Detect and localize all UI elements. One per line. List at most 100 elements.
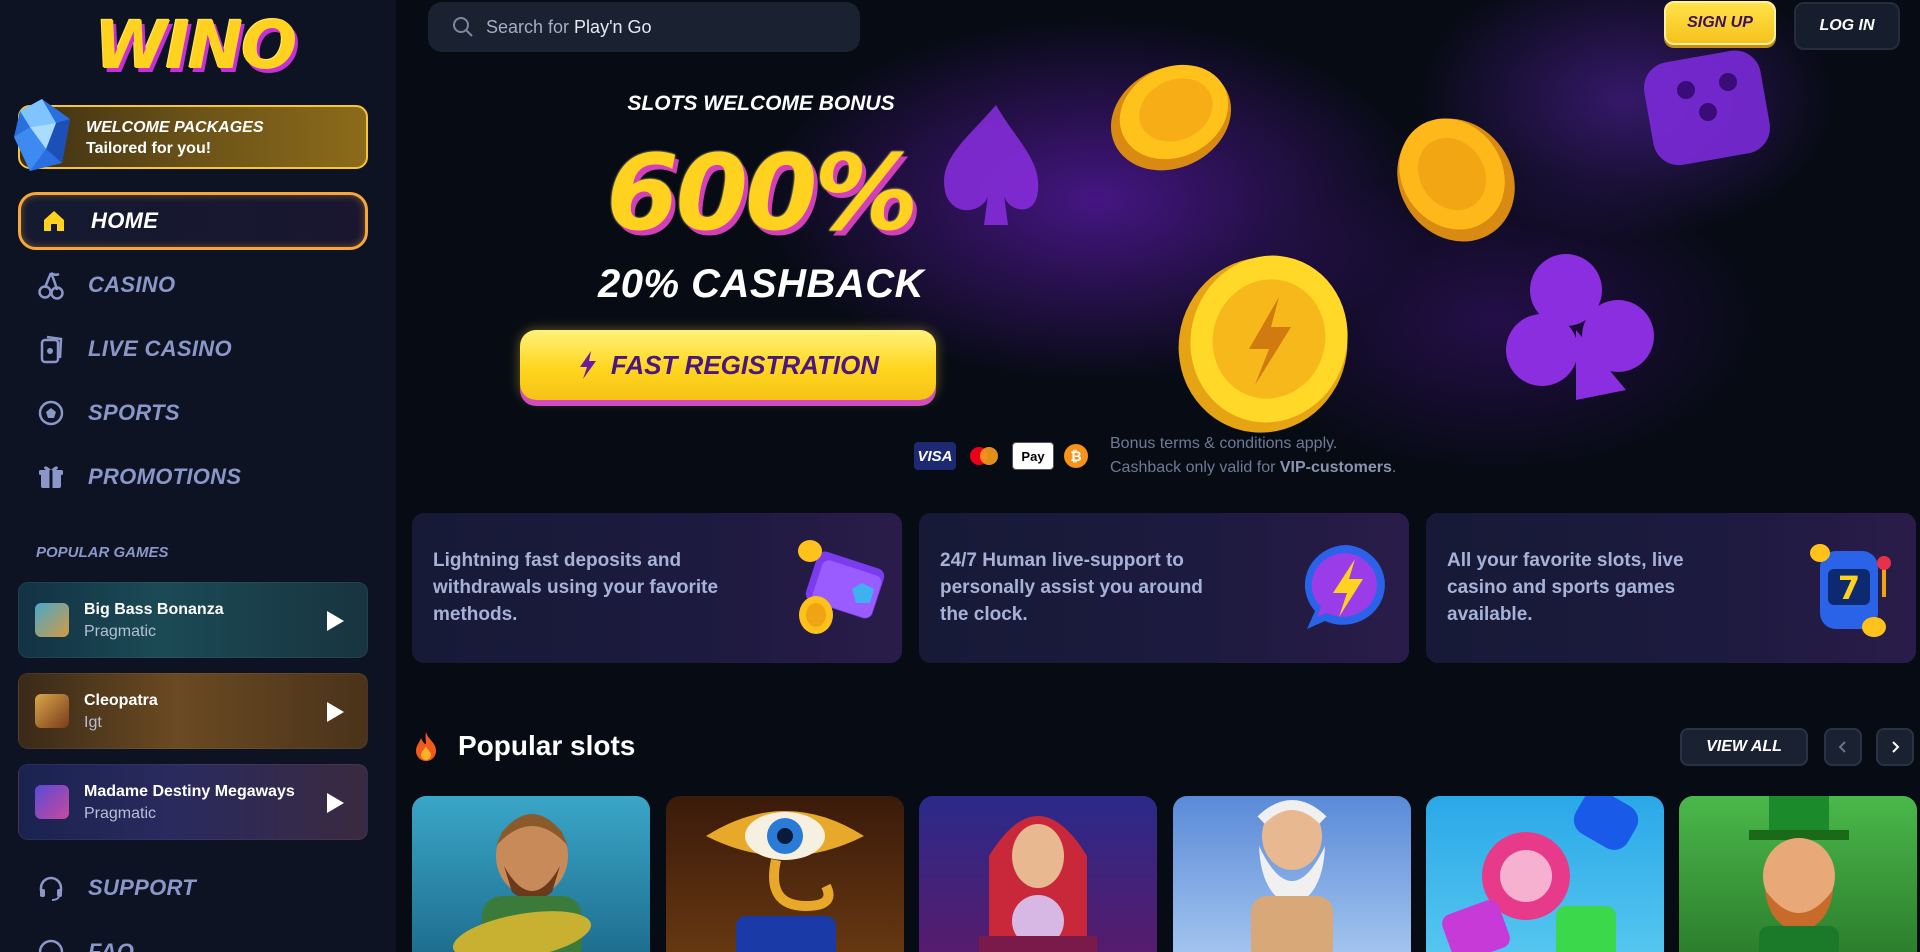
carousel-next-button[interactable] bbox=[1876, 728, 1914, 766]
nav-label-support: SUPPORT bbox=[88, 875, 197, 900]
nav-item-home[interactable]: HOME bbox=[18, 192, 368, 250]
app-root: WINO WELCOME PACKAGES Tailored for you! … bbox=[0, 0, 1920, 952]
feature-text: 24/7 Human live-support to personally as… bbox=[940, 550, 1203, 625]
nav-label-promotions: PROMOTIONS bbox=[88, 464, 242, 489]
slot-tile-leprechaun[interactable] bbox=[1679, 796, 1917, 952]
slot-tile-eye-of-horus[interactable] bbox=[666, 796, 904, 952]
fire-icon bbox=[416, 732, 436, 761]
game-thumbnail bbox=[35, 694, 69, 728]
sidebar: WINO WELCOME PACKAGES Tailored for you! … bbox=[0, 0, 396, 952]
game-thumbnail bbox=[35, 785, 69, 819]
popular-game-card[interactable]: Madame Destiny Megaways Pragmatic bbox=[18, 764, 368, 840]
nav-label-live-casino: LIVE CASINO bbox=[88, 336, 232, 361]
bitcoin-icon: ₿ bbox=[1062, 442, 1090, 470]
nav-item-casino[interactable]: CASINO bbox=[18, 256, 368, 314]
wallet-coins-icon bbox=[798, 540, 885, 634]
home-icon bbox=[39, 206, 69, 236]
nav-item-support[interactable]: SUPPORT bbox=[18, 859, 368, 917]
nav-label-sports: SPORTS bbox=[88, 400, 180, 425]
brand-logo[interactable]: WINO bbox=[90, 7, 300, 84]
sign-up-button[interactable]: SIGN UP bbox=[1664, 1, 1776, 45]
question-icon bbox=[36, 937, 66, 952]
fortune-teller-image bbox=[979, 816, 1097, 952]
feature-cards: Lightning fast deposits and withdrawals … bbox=[412, 513, 1916, 663]
lightning-icon bbox=[579, 351, 596, 379]
welcome-packages-banner[interactable]: WELCOME PACKAGES Tailored for you! bbox=[14, 99, 368, 171]
feature-card: Lightning fast deposits and withdrawals … bbox=[412, 513, 902, 663]
mastercard-icon bbox=[964, 442, 1004, 470]
game-provider: Pragmatic bbox=[84, 623, 157, 640]
main-content: Search for Play'n Go SIGN UP LOG IN SLOT… bbox=[396, 0, 1920, 952]
candy-image bbox=[1442, 796, 1639, 952]
nav-item-promotions[interactable]: PROMOTIONS bbox=[18, 448, 368, 506]
dice-icon bbox=[1643, 50, 1770, 166]
club-icon bbox=[1506, 254, 1654, 400]
log-in-button[interactable]: LOG IN bbox=[1794, 2, 1900, 50]
welcome-title: WELCOME PACKAGES bbox=[86, 119, 264, 136]
nav-item-sports[interactable]: SPORTS bbox=[18, 384, 368, 442]
svg-text:₿: ₿ bbox=[1070, 449, 1081, 465]
soccer-ball-icon bbox=[36, 398, 66, 428]
game-name: Cleopatra bbox=[84, 692, 158, 709]
nav-label-home: HOME bbox=[91, 208, 159, 233]
nav-label-faq: FAQ bbox=[88, 939, 135, 952]
popular-slots-title: Popular slots bbox=[458, 730, 636, 761]
fast-registration-label: FAST REGISTRATION bbox=[610, 349, 880, 380]
game-name: Big Bass Bonanza bbox=[84, 601, 224, 618]
search-input[interactable]: Search for Play'n Go bbox=[428, 2, 860, 52]
slot-machine-icon: 7 bbox=[1810, 544, 1891, 637]
slot-tile-fortune-teller[interactable] bbox=[919, 796, 1157, 952]
headset-icon bbox=[36, 873, 66, 903]
hero-kicker: SLOTS WELCOME BONUS bbox=[627, 92, 895, 115]
zeus-image bbox=[1251, 800, 1333, 952]
gift-icon bbox=[36, 462, 66, 492]
play-icon[interactable] bbox=[325, 701, 345, 723]
svg-text:7: 7 bbox=[1838, 569, 1860, 607]
cards-icon bbox=[36, 334, 66, 364]
game-thumbnail bbox=[35, 603, 69, 637]
leprechaun-image bbox=[1749, 796, 1849, 952]
slot-tile-zeus[interactable] bbox=[1173, 796, 1411, 952]
apple-pay-icon: Pay bbox=[1012, 442, 1054, 470]
hero-banner: Search for Play'n Go SIGN UP LOG IN SLOT… bbox=[396, 0, 1920, 500]
payment-methods: VISA Pay ₿ bbox=[914, 442, 1090, 470]
diamond-gem-icon bbox=[14, 99, 70, 171]
lightning-chat-icon bbox=[1304, 544, 1385, 629]
fast-registration-button[interactable]: FAST REGISTRATION bbox=[520, 330, 936, 400]
search-icon bbox=[453, 17, 473, 37]
nav-item-faq[interactable]: FAQ bbox=[18, 923, 368, 952]
game-provider: Pragmatic bbox=[84, 805, 157, 822]
visa-icon: VISA bbox=[914, 442, 956, 470]
popular-games-heading: POPULAR GAMES bbox=[36, 544, 169, 561]
cherry-icon bbox=[36, 270, 66, 300]
chevron-left-icon bbox=[1838, 741, 1846, 753]
feature-text: Lightning fast deposits and withdrawals … bbox=[433, 550, 719, 625]
hero-bonus-percent: 600% bbox=[606, 132, 918, 254]
view-all-button[interactable]: VIEW ALL bbox=[1680, 728, 1808, 766]
popular-game-card[interactable]: Big Bass Bonanza Pragmatic bbox=[18, 582, 368, 658]
nav-item-live-casino[interactable]: LIVE CASINO bbox=[18, 320, 368, 378]
slot-tile-candy[interactable] bbox=[1426, 796, 1664, 952]
popular-slots-header: Popular slots bbox=[412, 728, 635, 764]
feature-card: All your favorite slots, live casino and… bbox=[1426, 513, 1916, 663]
lightning-coin-icon bbox=[1178, 255, 1348, 433]
game-name: Madame Destiny Megaways bbox=[84, 783, 295, 800]
search-placeholder: Search for Play'n Go bbox=[486, 16, 652, 37]
feature-text: All your favorite slots, live casino and… bbox=[1447, 550, 1684, 625]
feature-card: 24/7 Human live-support to personally as… bbox=[919, 513, 1409, 663]
coin-icon bbox=[1397, 118, 1515, 242]
fisherman-image bbox=[452, 814, 592, 952]
chevron-right-icon bbox=[1892, 741, 1900, 753]
eye-of-horus-image bbox=[706, 811, 864, 952]
slot-tile-fisherman[interactable] bbox=[412, 796, 650, 952]
bonus-terms: Bonus terms & conditions apply. Cashback… bbox=[1110, 435, 1397, 476]
play-icon[interactable] bbox=[325, 792, 345, 814]
play-icon[interactable] bbox=[325, 610, 345, 632]
welcome-subtitle: Tailored for you! bbox=[86, 140, 212, 157]
nav-label-casino: CASINO bbox=[88, 272, 176, 297]
popular-game-card[interactable]: Cleopatra Igt bbox=[18, 673, 368, 749]
hero-cashback: 20% CASHBACK bbox=[597, 262, 925, 306]
game-provider: Igt bbox=[84, 714, 102, 731]
coin-icon bbox=[1110, 64, 1232, 171]
carousel-prev-button[interactable] bbox=[1824, 728, 1862, 766]
